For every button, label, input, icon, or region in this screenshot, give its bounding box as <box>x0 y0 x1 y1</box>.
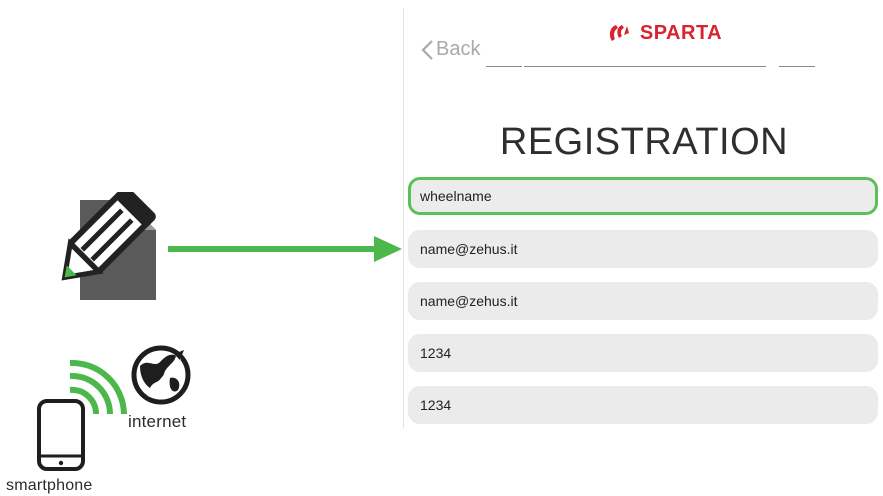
back-label: Back <box>436 38 481 60</box>
edit-document-icon <box>61 192 156 300</box>
internet-label: internet <box>128 412 187 431</box>
back-button[interactable]: Back <box>420 38 480 61</box>
header-divider <box>779 66 815 67</box>
smartphone-label: smartphone <box>6 477 93 494</box>
brand-logo: SPARTA <box>564 18 764 48</box>
password-field[interactable]: 1234 <box>408 334 878 372</box>
confirm-email-field[interactable]: name@zehus.it <box>408 282 878 320</box>
smartphone-icon <box>37 399 85 471</box>
email-field[interactable]: name@zehus.it <box>408 230 878 268</box>
brand-name: SPARTA <box>639 21 723 44</box>
right-arrow-icon <box>168 236 402 262</box>
page-title: REGISTRATION <box>499 121 789 163</box>
confirm-password-field[interactable]: 1234 <box>408 386 878 424</box>
header-divider <box>486 66 522 67</box>
header-divider <box>524 66 766 67</box>
sparta-logo-icon <box>609 25 629 41</box>
wheelname-field[interactable]: wheelname <box>408 177 878 215</box>
chevron-left-icon <box>421 39 433 60</box>
globe-icon <box>131 345 191 405</box>
registration-screen: Back SPARTA REGISTRATION wheelname name@… <box>403 8 883 428</box>
